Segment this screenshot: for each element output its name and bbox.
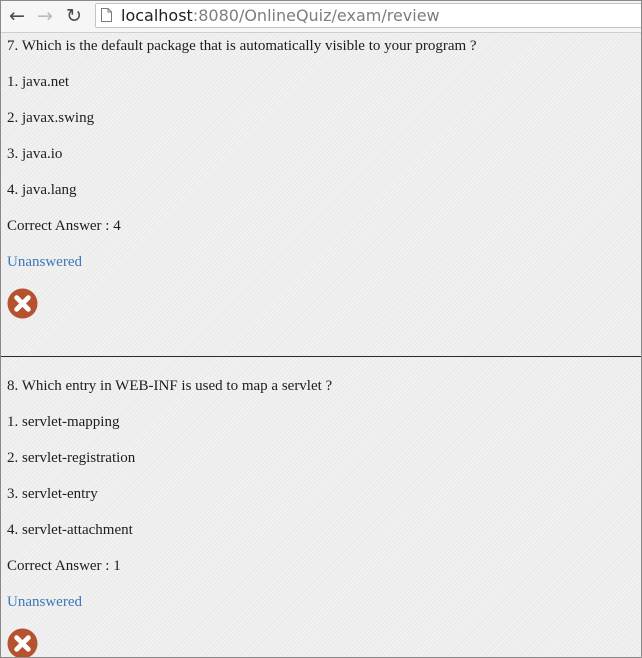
answer-status: Unanswered xyxy=(7,254,82,270)
option-3: 3. servlet-entry xyxy=(7,486,98,502)
reload-icon[interactable]: ↻ xyxy=(62,4,86,28)
url-path: :8080/OnlineQuiz/exam/review xyxy=(192,6,440,25)
option-4: 4. java.lang xyxy=(7,182,77,198)
browser-toolbar: ← → ↻ localhost:8080/OnlineQuiz/exam/rev… xyxy=(1,1,641,33)
option-2: 2. javax.swing xyxy=(7,110,95,126)
url-host: localhost xyxy=(121,6,193,25)
correct-answer: Correct Answer : 1 xyxy=(7,558,121,574)
option-4: 4. servlet-attachment xyxy=(7,522,133,538)
browser-window: ← → ↻ localhost:8080/OnlineQuiz/exam/rev… xyxy=(0,0,642,658)
address-bar[interactable]: localhost:8080/OnlineQuiz/exam/review xyxy=(95,3,641,28)
option-1: 1. java.net xyxy=(7,74,70,90)
page-icon xyxy=(101,8,112,22)
answer-status: Unanswered xyxy=(7,594,82,610)
question-divider xyxy=(1,356,641,357)
wrong-icon xyxy=(7,628,38,657)
forward-arrow-icon[interactable]: → xyxy=(33,4,57,28)
option-2: 2. servlet-registration xyxy=(7,450,136,466)
question-text: 7. Which is the default package that is … xyxy=(7,38,477,54)
option-3: 3. java.io xyxy=(7,146,63,162)
option-1: 1. servlet-mapping xyxy=(7,414,120,430)
url-text[interactable]: localhost:8080/OnlineQuiz/exam/review xyxy=(121,6,440,26)
back-arrow-icon[interactable]: ← xyxy=(5,4,29,28)
wrong-icon xyxy=(7,288,38,319)
question-text: 8. Which entry in WEB-INF is used to map… xyxy=(7,378,333,394)
correct-answer: Correct Answer : 4 xyxy=(7,218,121,234)
